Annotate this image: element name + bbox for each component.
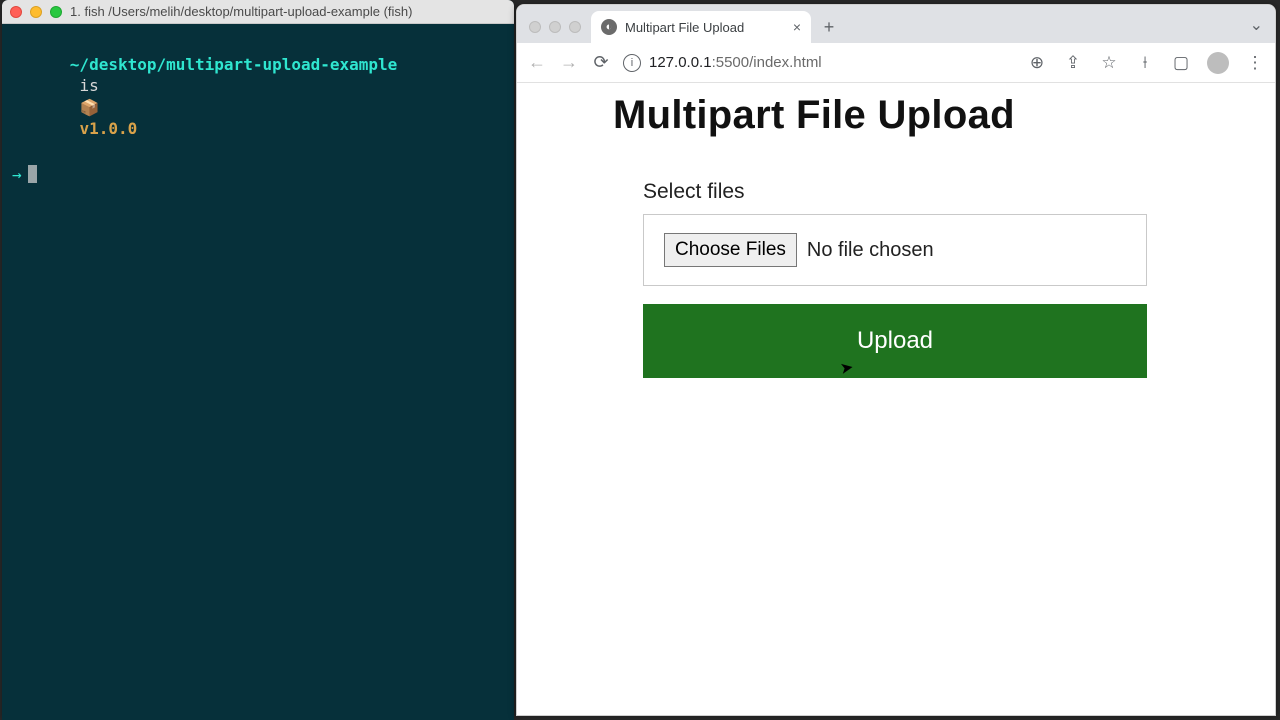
terminal-cursor (28, 165, 37, 183)
page-content: Multipart File Upload Select files Choos… (517, 83, 1275, 715)
terminal-path: ~/desktop/multipart-upload-example (70, 55, 398, 74)
upload-button[interactable]: Upload (643, 304, 1147, 378)
browser-toolbar: ← → ⟳ i 127.0.0.1:5500/index.html ⊕ ⇪ ☆ … (517, 43, 1275, 83)
upload-form: Select files Choose Files No file chosen… (643, 180, 1147, 378)
maximize-window-icon[interactable] (569, 21, 581, 33)
browser-tab[interactable]: ◐ Multipart File Upload × (591, 11, 811, 43)
url-host: 127.0.0.1 (649, 54, 712, 71)
tab-overflow-icon[interactable]: ⌄ (1250, 15, 1269, 43)
reload-icon[interactable]: ⟳ (591, 53, 611, 73)
terminal-is (70, 76, 80, 95)
forward-icon[interactable]: → (559, 53, 579, 73)
prompt-arrow-icon: → (12, 164, 22, 186)
terminal-prompt-line: ~/desktop/multipart-upload-example is 📦 … (12, 32, 504, 162)
globe-icon: ◐ (601, 19, 617, 35)
terminal-title: 1. fish /Users/melih/desktop/multipart-u… (70, 4, 412, 19)
address-bar[interactable]: i 127.0.0.1:5500/index.html (623, 54, 822, 72)
kebab-menu-icon[interactable]: ⋮ (1245, 53, 1265, 73)
terminal-input-row[interactable]: → (12, 164, 504, 186)
tab-title: Multipart File Upload (625, 20, 785, 35)
toolbar-right-icons: ⊕ ⇪ ☆ ⟊ ▢ ⋮ (1027, 52, 1265, 74)
back-icon[interactable]: ← (527, 53, 547, 73)
browser-window: ◐ Multipart File Upload × + ⌄ ← → ⟳ i 12… (516, 4, 1276, 716)
window-controls (10, 6, 62, 18)
minimize-window-icon[interactable] (549, 21, 561, 33)
browser-window-controls (523, 21, 587, 43)
new-tab-button[interactable]: + (815, 13, 843, 41)
terminal-titlebar: 1. fish /Users/melih/desktop/multipart-u… (2, 0, 514, 24)
share-icon[interactable]: ⇪ (1063, 53, 1083, 73)
url-port: :5500 (712, 54, 750, 71)
close-window-icon[interactable] (529, 21, 541, 33)
browser-tabbar: ◐ Multipart File Upload × + ⌄ (517, 5, 1275, 43)
bookmark-star-icon[interactable]: ☆ (1099, 53, 1119, 73)
terminal-is-word: is (79, 76, 98, 95)
zoom-icon[interactable]: ⊕ (1027, 53, 1047, 73)
url-path: /index.html (749, 54, 822, 71)
extensions-icon[interactable]: ⟊ (1135, 53, 1155, 73)
select-files-label: Select files (643, 180, 1147, 204)
package-emoji: 📦 (79, 98, 99, 117)
terminal-window: 1. fish /Users/melih/desktop/multipart-u… (2, 0, 514, 720)
minimize-window-icon[interactable] (30, 6, 42, 18)
page-heading: Multipart File Upload (613, 93, 1259, 138)
terminal-body[interactable]: ~/desktop/multipart-upload-example is 📦 … (2, 24, 514, 193)
close-window-icon[interactable] (10, 6, 22, 18)
file-status-text: No file chosen (807, 239, 934, 262)
close-tab-icon[interactable]: × (793, 19, 801, 35)
sidepanel-icon[interactable]: ▢ (1171, 53, 1191, 73)
package-icon (70, 98, 80, 117)
terminal-version (70, 119, 80, 138)
site-info-icon[interactable]: i (623, 54, 641, 72)
maximize-window-icon[interactable] (50, 6, 62, 18)
choose-files-button[interactable]: Choose Files (664, 233, 797, 267)
terminal-version-value: v1.0.0 (79, 119, 137, 138)
profile-avatar-icon[interactable] (1207, 52, 1229, 74)
file-input-wrapper: Choose Files No file chosen (643, 214, 1147, 286)
